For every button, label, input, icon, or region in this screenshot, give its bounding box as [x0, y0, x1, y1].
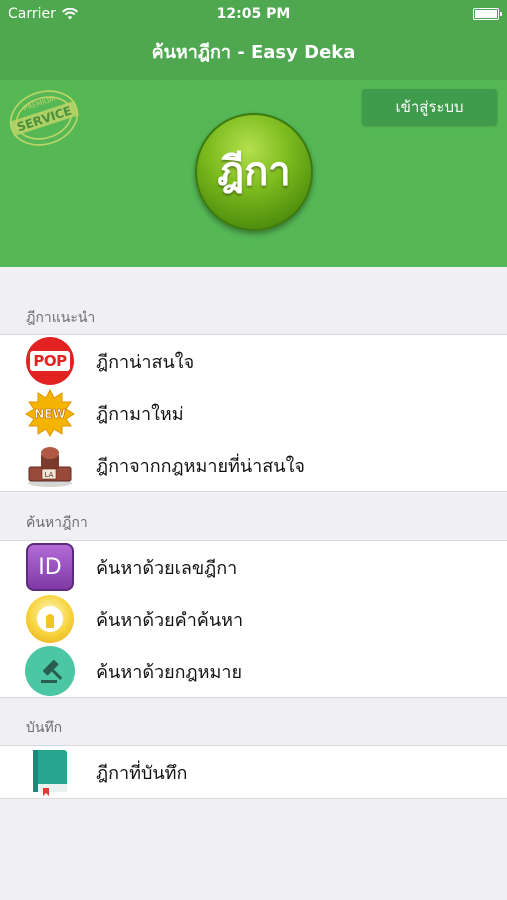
list-item-saved-deka[interactable]: ฎีกาที่บันทึก [0, 746, 507, 798]
gavel-icon [25, 646, 75, 696]
list-item-label: ค้นหาด้วยคำค้นหา [96, 609, 244, 631]
list-item-search-by-law[interactable]: ค้นหาด้วยกฎหมาย [0, 645, 507, 697]
id-icon-text: ID [38, 554, 62, 580]
battery-icon [473, 8, 502, 20]
law-stamp-icon: LA [25, 441, 75, 489]
list-item-label: ค้นหาด้วยกฎหมาย [96, 661, 243, 683]
nav-bar: ค้นหาฎีกา - Easy Deka [0, 28, 507, 80]
list-item-label: ฎีกาน่าสนใจ [96, 351, 195, 373]
list-item-search-by-number[interactable]: ID ค้นหาด้วยเลขฎีกา [0, 541, 507, 593]
new-badge-icon: NEW [25, 389, 75, 437]
list-item-label: ค้นหาด้วยเลขฎีกา [96, 557, 238, 579]
law-stamp-text: LA [45, 471, 54, 479]
hero-banner: SERVICE PREMIUM เข้าสู่ระบบ ฎีกา [0, 80, 507, 267]
premium-service-stamp-icon: SERVICE PREMIUM [9, 90, 79, 146]
group-recommended: POP ฎีกาน่าสนใจ NEW ฎีกามาใหม่ LA ฎีกาจา… [0, 334, 507, 492]
book-icon [25, 748, 75, 796]
login-button[interactable]: เข้าสู่ระบบ [362, 89, 497, 125]
pop-icon: POP [25, 337, 75, 385]
group-search: ID ค้นหาด้วยเลขฎีกา ค้นหาด้วยคำค้นหา ค้น… [0, 540, 507, 698]
list-item-label: ฎีกาจากกฎหมายที่น่าสนใจ [96, 455, 305, 477]
list-item-new[interactable]: NEW ฎีกามาใหม่ [0, 387, 507, 439]
section-header-recommended: ฎีกาแนะนำ [26, 310, 96, 326]
status-bar: Carrier 12:05 PM [0, 0, 507, 28]
nav-title: ค้นหาฎีกา - Easy Deka [151, 42, 356, 63]
clock: 12:05 PM [216, 6, 291, 22]
keyhole-icon [25, 595, 75, 643]
list-item-search-by-keyword[interactable]: ค้นหาด้วยคำค้นหา [0, 593, 507, 645]
id-icon: ID [25, 543, 75, 591]
pop-icon-text: POP [30, 351, 70, 371]
list-item-law-interesting[interactable]: LA ฎีกาจากกฎหมายที่น่าสนใจ [0, 439, 507, 491]
new-badge-text: NEW [34, 407, 65, 421]
deka-logo: ฎีกา [195, 113, 313, 231]
section-header-search: ค้นหาฎีกา [26, 515, 88, 531]
list-item-interesting[interactable]: POP ฎีกาน่าสนใจ [0, 335, 507, 387]
list-item-label: ฎีกามาใหม่ [96, 403, 184, 425]
section-header-saved: บันทึก [26, 720, 63, 736]
list-item-label: ฎีกาที่บันทึก [96, 762, 188, 784]
group-saved: ฎีกาที่บันทึก [0, 745, 507, 799]
